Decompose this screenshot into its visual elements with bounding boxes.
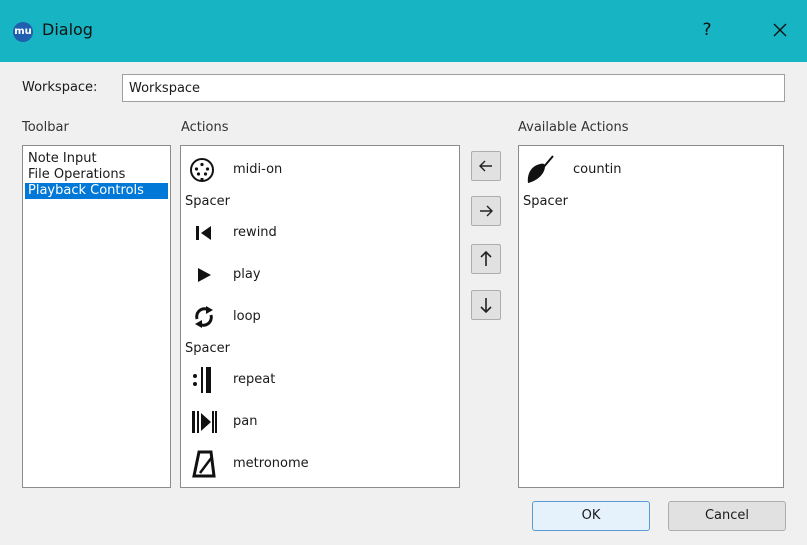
action-label: play <box>233 267 261 282</box>
action-item-loop[interactable]: loop <box>181 297 459 337</box>
action-item-spacer[interactable]: Spacer <box>185 339 230 359</box>
available-actions-heading: Available Actions <box>518 120 629 135</box>
move-right-button[interactable] <box>471 196 501 226</box>
rewind-icon <box>187 213 221 253</box>
close-icon <box>773 23 787 37</box>
move-left-button[interactable] <box>471 151 501 181</box>
action-item-metronome[interactable]: metronome <box>181 444 459 484</box>
play-icon <box>187 255 221 295</box>
action-item-rewind[interactable]: rewind <box>181 213 459 253</box>
ok-button[interactable]: OK <box>532 501 650 531</box>
toolbar-heading: Toolbar <box>22 120 69 135</box>
action-label: repeat <box>233 372 276 387</box>
available-item-countin[interactable]: countin <box>519 150 783 190</box>
workspace-label: Workspace: <box>22 80 98 95</box>
toolbar-item-playback-controls[interactable]: Playback Controls <box>25 183 168 199</box>
arrow-right-icon <box>480 205 493 217</box>
action-label: loop <box>233 309 261 324</box>
workspace-input[interactable] <box>122 74 785 102</box>
help-button[interactable]: ? <box>695 16 719 44</box>
available-label: countin <box>573 162 622 177</box>
actions-heading: Actions <box>181 120 229 135</box>
midi-icon <box>185 150 219 190</box>
action-item-pan[interactable]: pan <box>181 402 459 442</box>
toolbar-item-note-input[interactable]: Note Input <box>23 151 170 167</box>
repeat-icon <box>185 360 219 400</box>
action-item-midi-on[interactable]: midi-on <box>181 150 459 190</box>
arrow-up-icon <box>480 251 492 266</box>
toolbar-item-file-operations[interactable]: File Operations <box>23 167 170 183</box>
action-label: rewind <box>233 225 277 240</box>
move-up-button[interactable] <box>471 244 501 274</box>
loop-icon <box>187 297 221 337</box>
action-label: metronome <box>233 456 309 471</box>
action-item-spacer[interactable]: Spacer <box>185 192 230 212</box>
countin-icon <box>523 150 557 190</box>
close-button[interactable] <box>766 16 794 44</box>
available-item-spacer[interactable]: Spacer <box>523 192 568 212</box>
cancel-button[interactable]: Cancel <box>668 501 786 531</box>
available-actions-list[interactable]: countin Spacer <box>518 145 784 488</box>
action-label: pan <box>233 414 258 429</box>
pan-icon <box>187 402 221 442</box>
arrow-down-icon <box>480 298 492 313</box>
arrow-left-icon <box>479 160 492 172</box>
toolbar-list[interactable]: Note Input File Operations Playback Cont… <box>22 145 171 488</box>
window-title: Dialog <box>42 20 93 39</box>
app-icon: mu <box>13 22 33 42</box>
move-down-button[interactable] <box>471 290 501 320</box>
action-item-play[interactable]: play <box>181 255 459 295</box>
action-label: midi-on <box>233 162 283 177</box>
metronome-icon <box>187 444 221 484</box>
title-bar: mu Dialog ? <box>0 0 807 62</box>
actions-list[interactable]: midi-on Spacer rewind play loop Spacer r… <box>180 145 460 488</box>
action-item-repeat[interactable]: repeat <box>181 360 459 400</box>
